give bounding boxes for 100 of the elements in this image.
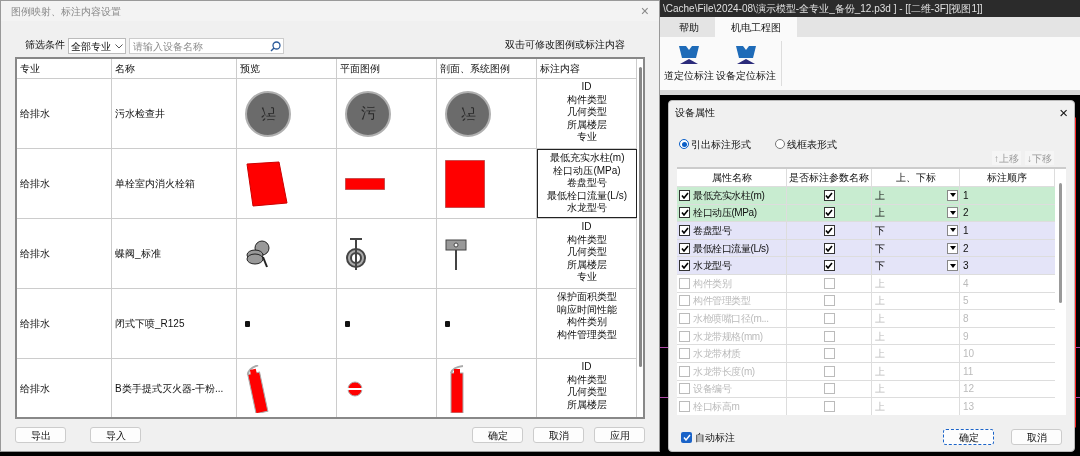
property-name: 最低栓口流量(L/s) <box>693 241 769 256</box>
annotation-line: 专业 <box>576 271 597 284</box>
order-value: 10 <box>963 347 975 362</box>
dialog-button[interactable]: 导出 <box>15 427 66 443</box>
annotation-line: ID <box>581 361 592 374</box>
order-value: 1 <box>963 224 969 238</box>
property-name: 水龙型号 <box>693 259 732 274</box>
annotation-line: 几何类型 <box>566 386 607 399</box>
table-cell: 污水检查井 <box>112 79 237 148</box>
order-value: 8 <box>963 311 969 326</box>
annotation-line: 构件类型 <box>566 93 607 106</box>
annotation-line: 所属楼层 <box>566 118 607 131</box>
table-cell: B类手提式灭火器-干粉... <box>112 359 237 417</box>
annotation-cell[interactable]: ID 构件类型 几何类型 所属楼层 专业 <box>537 79 637 148</box>
annotation-line: ID <box>581 221 592 234</box>
position-value: 下 <box>874 241 886 256</box>
order-value: 11 <box>963 364 974 379</box>
radio-option[interactable]: 线框表形式 <box>775 136 837 152</box>
order-value: 2 <box>963 241 969 256</box>
table-cell: 给排水 <box>17 149 112 218</box>
annotation-line: 响应时间性能 <box>556 303 617 316</box>
order-value: 13 <box>963 399 975 414</box>
symbol-label: 污 <box>460 104 476 125</box>
ribbon-tab[interactable]: 帮助 <box>663 17 715 37</box>
annotation-cell[interactable]: 保护面积类型 响应时间性能 构件类别 构件管理类型 <box>537 289 637 358</box>
dialog-title: 图例映射、标注内容设置 <box>11 4 121 19</box>
dialog-title: 设备属性 <box>675 105 715 120</box>
annotation-line: 栓口动压(MPa) <box>553 164 621 177</box>
table-cell: 给排水 <box>17 289 112 358</box>
dialog-button[interactable]: 确定 <box>943 429 994 445</box>
table-cell: 给排水 <box>17 359 112 417</box>
order-value: 12 <box>963 382 975 397</box>
property-row[interactable]: 最低充实水柱(m) 上 1 <box>677 187 1055 205</box>
radio-option[interactable]: 引出标注形式 <box>679 136 751 152</box>
ribbon-tab[interactable]: 机电工程图 <box>715 17 797 37</box>
property-name: 卷盘型号 <box>693 224 732 238</box>
annotation-cell[interactable]: ID 构件类型 几何类型 所属楼层 专业 <box>537 219 637 288</box>
filter-label: 筛选条件 <box>25 38 65 52</box>
column-header: 专业 <box>17 59 112 78</box>
symbol-label: 污 <box>260 104 276 125</box>
table-cell: 单栓室内消火栓箱 <box>112 149 237 218</box>
table-cell: 给排水 <box>17 79 112 148</box>
annotation-line: 专业 <box>576 131 597 144</box>
ribbon-button[interactable]: 设备定位标注 <box>715 37 777 90</box>
annotation-line: 几何类型 <box>566 106 607 119</box>
property-name: 水枪喷嘴口径(m... <box>693 311 769 326</box>
order-value: 5 <box>963 294 969 309</box>
annotation-line: 最低充实水柱(m) <box>549 152 625 165</box>
annotation-line: 构件类型 <box>566 373 607 386</box>
order-value: 1 <box>963 188 969 203</box>
position-value: 上 <box>874 188 886 203</box>
position-value: 下 <box>874 259 886 274</box>
property-name: 栓口标高m <box>693 399 740 414</box>
annotation-line: ID <box>581 81 592 94</box>
column-header: 剖面、系统图例 <box>437 59 537 78</box>
annotation-line: 卷盘型号 <box>567 177 607 190</box>
property-name: 水龙带规格(mm) <box>693 329 763 344</box>
annotation-line: 最低栓口流量(L/s) <box>547 189 627 202</box>
annotation-cell[interactable]: 最低充实水柱(m) 栓口动压(MPa) 卷盘型号 最低栓口流量(L/s) 水龙型号 <box>537 149 637 218</box>
annotation-line: 构件类别 <box>566 316 607 329</box>
annotation-line: 所属楼层 <box>566 398 607 411</box>
specialty-dropdown[interactable]: 全部专业 <box>68 38 126 54</box>
column-header: 标注顺序 <box>960 169 1055 186</box>
annotation-cell[interactable]: ID 构件类型 几何类型 所属楼层 <box>537 359 637 417</box>
search-field[interactable]: 请输入设备名称 <box>129 38 284 54</box>
dialog-button[interactable]: 取消 <box>1011 429 1062 445</box>
column-header: 预览 <box>237 59 337 78</box>
order-value: 2 <box>963 206 969 221</box>
dialog-button[interactable]: 确定 <box>472 427 523 443</box>
property-name: 设备编号 <box>693 382 732 397</box>
column-header: 属性名称 <box>677 169 787 186</box>
order-value: 9 <box>963 329 969 344</box>
dialog-button[interactable]: 取消 <box>533 427 584 443</box>
column-header: 上、下标 <box>872 169 960 186</box>
property-name: 水龙带材质 <box>693 347 741 362</box>
annotation-line: 构件类型 <box>566 233 607 246</box>
property-name: 栓口动压(MPa) <box>693 206 757 221</box>
window-title: \Cache\File\2024-08\演示模型-全专业_备份_12.p3d ] - [[二维-3F][视图1]] <box>663 2 983 16</box>
auto-label-checkbox[interactable]: 自动标注 <box>681 429 735 445</box>
property-row[interactable]: 水龙型号 下 3 <box>677 257 1055 275</box>
column-header: 平面图例 <box>337 59 437 78</box>
position-value: 下 <box>874 224 886 238</box>
column-header: 标注内容 <box>537 59 637 78</box>
annotation-line: 所属楼层 <box>566 258 607 271</box>
property-name: 最低充实水柱(m) <box>693 188 765 203</box>
dialog-button[interactable]: 导入 <box>90 427 141 443</box>
table-cell: 蝶阀_标准 <box>112 219 237 288</box>
annotation-line: 水龙型号 <box>567 202 607 215</box>
table-cell: 给排水 <box>17 219 112 288</box>
close-button[interactable]: × <box>1059 104 1068 120</box>
symbol-label: 污 <box>360 103 376 124</box>
property-name: 水龙带长度(m) <box>693 364 755 379</box>
column-header: 是否标注参数名称 <box>787 169 872 186</box>
ribbon-button[interactable]: 道定位标注 <box>663 37 715 90</box>
order-value: 4 <box>963 276 969 291</box>
hint-text: 双击可修改图例或标注内容 <box>505 38 625 52</box>
property-row[interactable]: 卷盘型号 下 1 <box>677 222 1055 240</box>
annotation-line: 保护面积类型 <box>556 291 617 304</box>
order-value: 3 <box>963 259 969 274</box>
dialog-button[interactable]: 应用 <box>594 427 645 443</box>
